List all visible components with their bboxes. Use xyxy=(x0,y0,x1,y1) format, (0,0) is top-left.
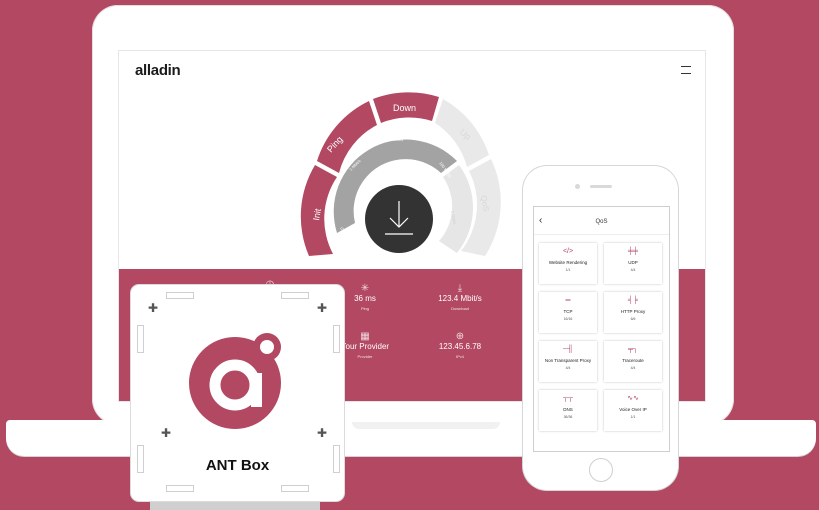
stat-download: ⤓ 123.4 Mbit/s Download xyxy=(415,283,505,311)
qos-tile-http-proxy[interactable]: ╡╞ HTTP Proxy 6/6 xyxy=(604,292,662,333)
box-slot xyxy=(166,292,194,299)
phone-camera xyxy=(575,184,580,189)
tile-status: 4/4 xyxy=(565,366,571,370)
box-slot xyxy=(281,292,309,299)
ip-icon: ⊕ xyxy=(455,331,465,342)
stat-download-label: Download xyxy=(451,306,469,311)
qos-tile-website-rendering[interactable]: </> Website Rendering 1/1 xyxy=(539,243,597,284)
box-slot xyxy=(333,325,340,353)
qos-tile-non-transparent-proxy[interactable]: ─╢ Non Transparent Proxy 4/4 xyxy=(539,341,597,382)
qos-tile-dns[interactable]: ┬┬ DNS 36/36 xyxy=(539,390,597,431)
tcp-icon: ═ xyxy=(565,297,571,304)
phone-screen: ‹ QoS </> Website Rendering 1/1 ╪╪ UDP 4… xyxy=(533,206,670,452)
code-icon: </> xyxy=(562,248,574,255)
dns-icon: ┬┬ xyxy=(563,395,573,402)
gauge-label-down: Down xyxy=(393,103,416,113)
screw-icon: ✚ xyxy=(160,426,172,440)
phone-header-divider xyxy=(534,234,669,235)
stat-ip: ⊕ 123.45.6.78 IPv4 xyxy=(415,331,505,359)
ntp-icon: ─╢ xyxy=(563,346,573,353)
tile-name: TCP xyxy=(563,309,573,314)
qos-tile-tcp[interactable]: ═ TCP 16/16 xyxy=(539,292,597,333)
voip-icon: ∿∿ xyxy=(627,395,639,402)
speed-gauge: Init Ping Down Up QoS 0 1 Mbit/s 10 Mbit… xyxy=(300,92,501,256)
ant-box-title: ANT Box xyxy=(205,457,270,474)
hamburger-icon[interactable] xyxy=(681,66,691,74)
tile-name: Traceroute xyxy=(622,358,644,363)
screw-icon: ✚ xyxy=(316,426,328,440)
screw-icon: ✚ xyxy=(316,301,328,315)
proxy-icon: ╡╞ xyxy=(628,297,638,304)
gauge-inner-rest xyxy=(439,165,474,253)
tile-status: 1/1 xyxy=(630,415,636,419)
tile-status: 4/4 xyxy=(630,366,636,370)
tile-status: 6/6 xyxy=(630,317,636,321)
qos-tile-voip[interactable]: ∿∿ Voice Over IP 1/1 xyxy=(604,390,662,431)
tile-status: 16/16 xyxy=(563,317,573,321)
tile-name: Voice Over IP xyxy=(619,407,647,412)
tile-status: 1/1 xyxy=(565,268,571,272)
tile-name: UDP xyxy=(628,260,638,265)
screw-icon: ✚ xyxy=(147,301,159,315)
tile-name: Non Transparent Proxy xyxy=(544,358,592,363)
stat-ip-label: IPv4 xyxy=(455,354,464,359)
gauge-label-init: Init xyxy=(311,207,323,221)
tile-status: 4/4 xyxy=(630,268,636,272)
laptop-notch xyxy=(352,422,500,429)
tile-name: Website Rendering xyxy=(548,260,588,265)
box-slot xyxy=(166,485,194,492)
traceroute-icon: ╤┐ xyxy=(628,346,638,353)
ant-box: ✚ ✚ ✚ ✚ ANT Box xyxy=(131,285,344,501)
phone-home-button[interactable] xyxy=(589,458,613,482)
stat-download-value: 123.4 Mbit/s xyxy=(438,294,482,303)
qos-tile-traceroute[interactable]: ╤┐ Traceroute 4/4 xyxy=(604,341,662,382)
ant-box-logo-icon xyxy=(189,333,281,429)
phone-speaker xyxy=(590,185,612,188)
download-icon: ⤓ xyxy=(457,283,463,294)
app-logo[interactable]: alladin xyxy=(135,62,181,79)
tile-name: HTTP Proxy xyxy=(620,309,646,314)
stat-ip-value: 123.45.6.78 xyxy=(438,342,482,351)
udp-icon: ╪╪ xyxy=(628,248,638,255)
tile-name: DNS xyxy=(563,407,573,412)
gauge-inner-label-2: 10 Mbit/s xyxy=(387,137,403,142)
tile-status: 36/36 xyxy=(563,415,573,419)
qos-tile-udp[interactable]: ╪╪ UDP 4/4 xyxy=(604,243,662,284)
phone-title: QoS xyxy=(595,219,608,225)
box-slot xyxy=(281,485,309,492)
box-slot xyxy=(137,325,144,353)
